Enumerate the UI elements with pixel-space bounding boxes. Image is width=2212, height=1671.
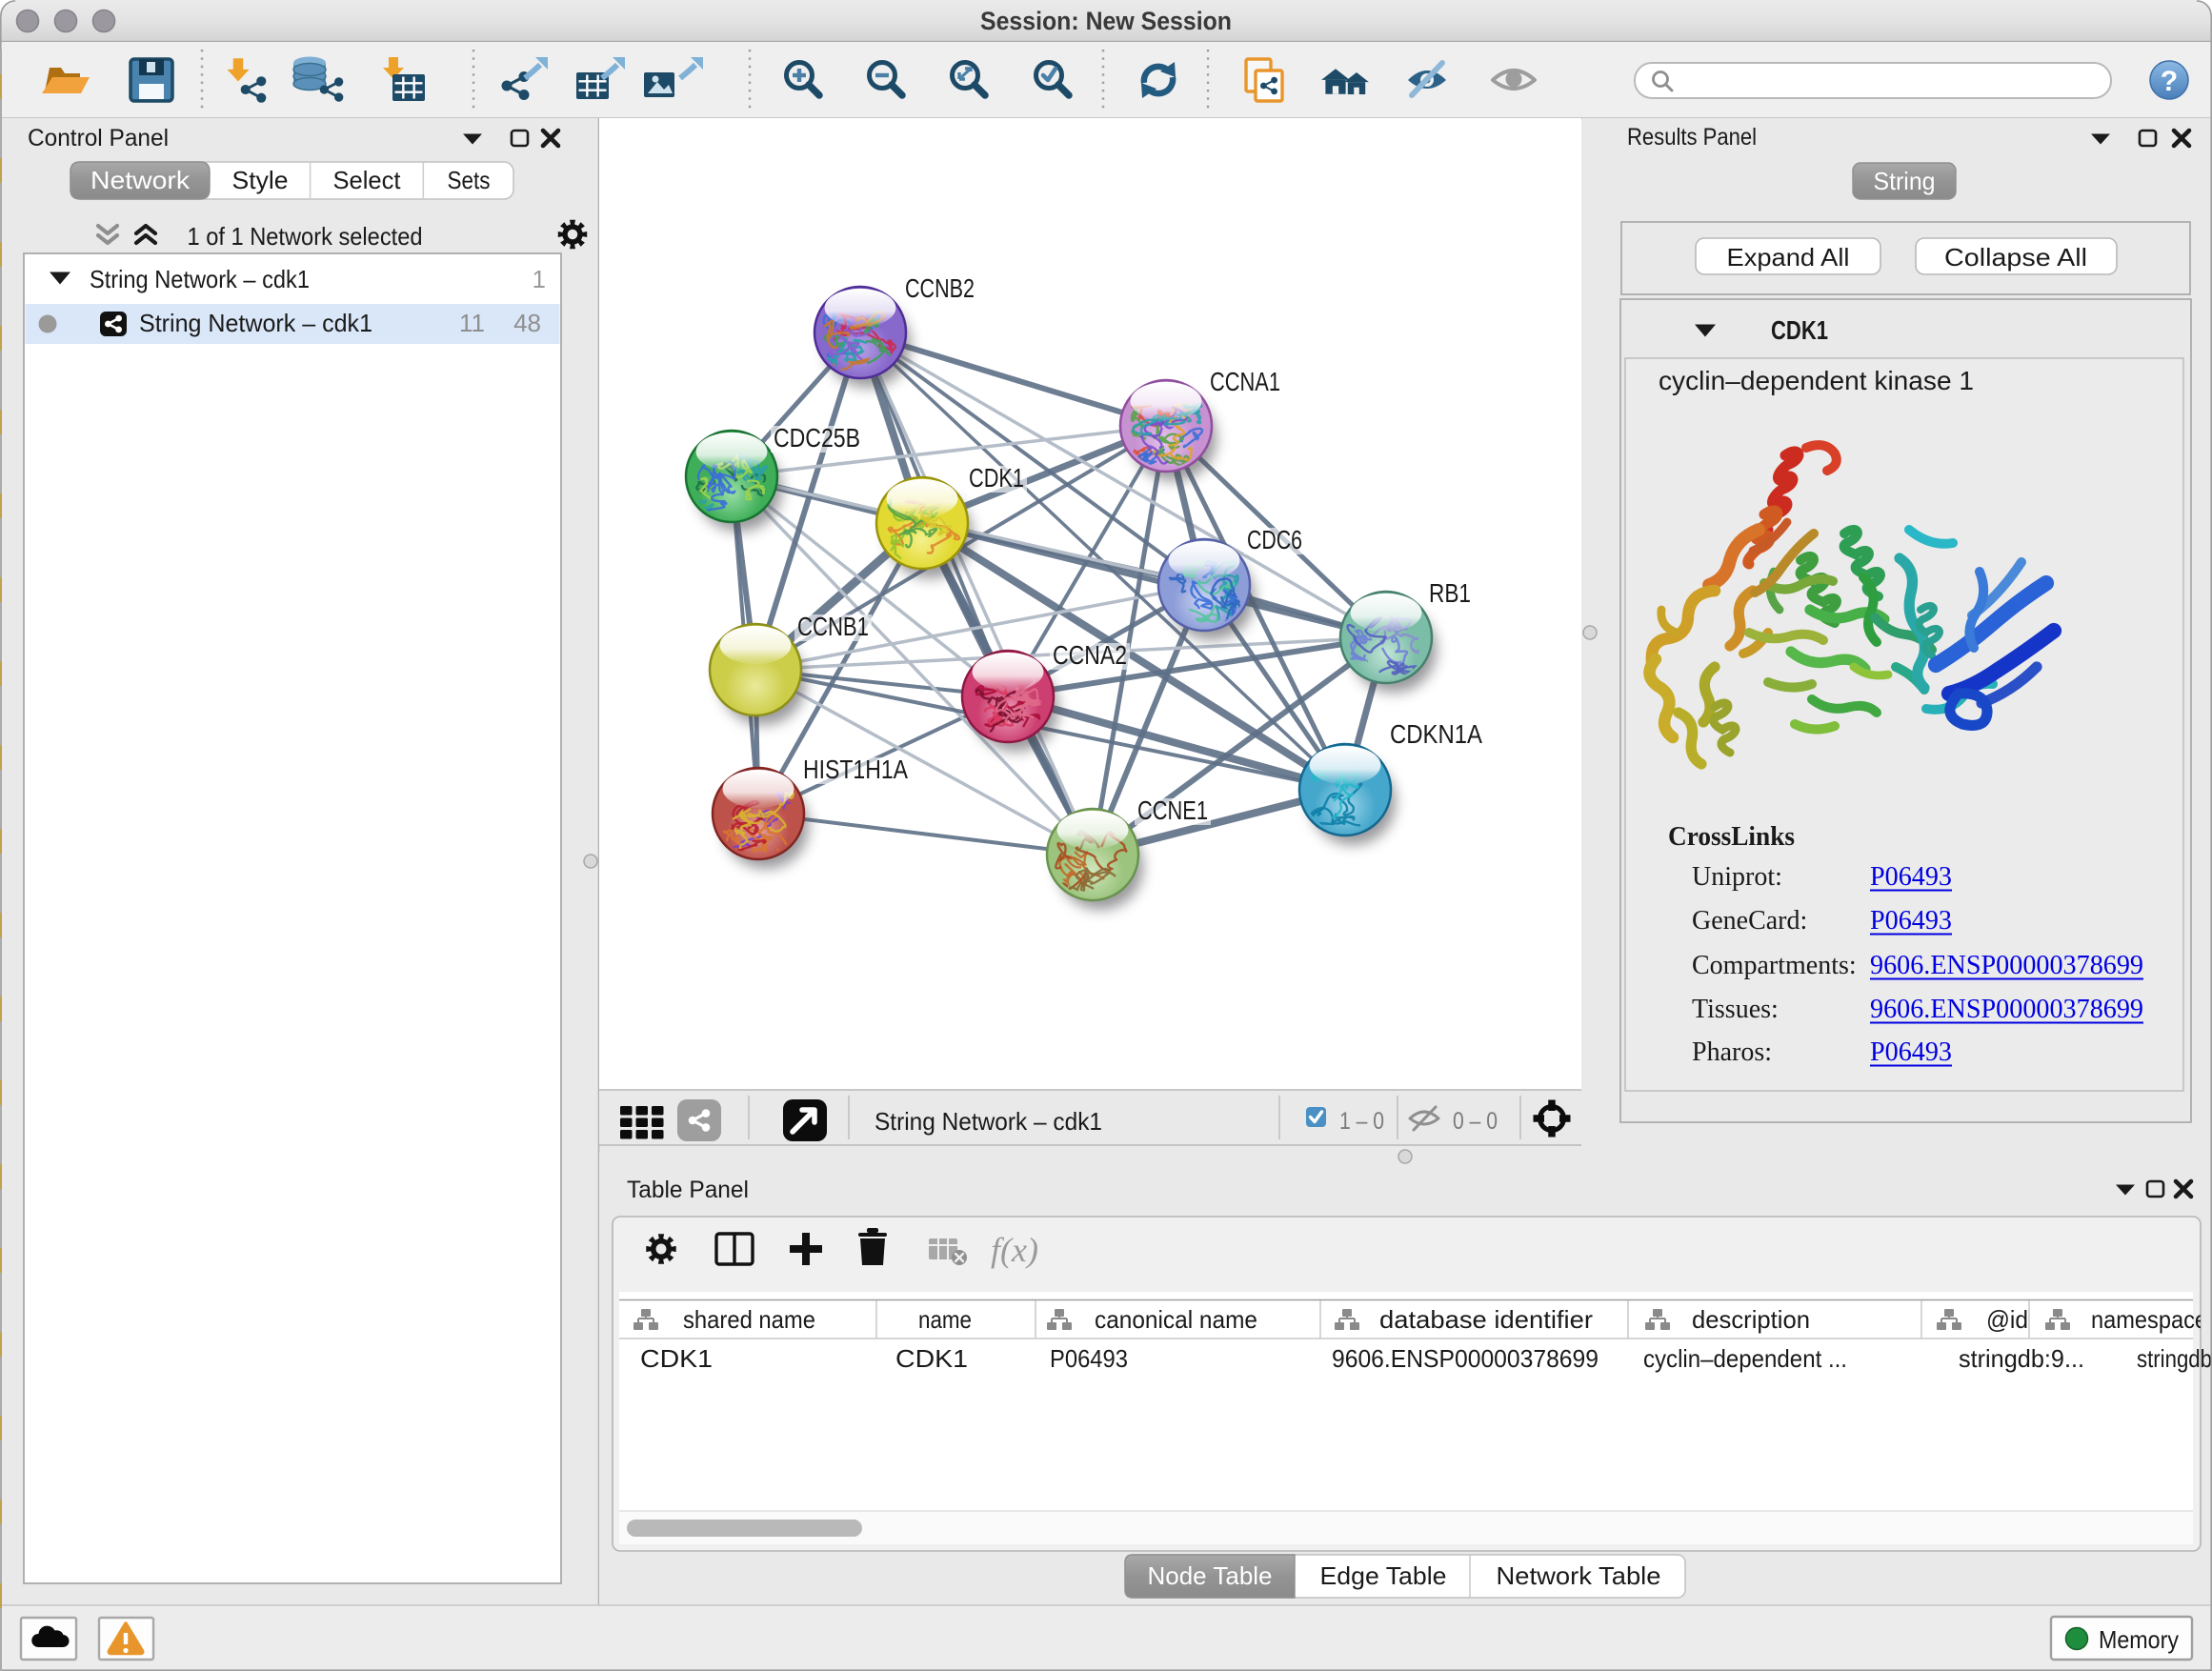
svg-text:GeneCard:: GeneCard: bbox=[1692, 906, 1807, 936]
svg-text:48: 48 bbox=[513, 309, 541, 337]
svg-text:CCNE1: CCNE1 bbox=[1137, 795, 1208, 825]
svg-text:namespace: namespace bbox=[2091, 1305, 2207, 1334]
svg-text:RB1: RB1 bbox=[1429, 578, 1471, 608]
svg-text:Edge Table: Edge Table bbox=[1320, 1561, 1447, 1590]
svg-text:1: 1 bbox=[533, 265, 546, 293]
svg-text:1 – 0: 1 – 0 bbox=[1339, 1108, 1384, 1135]
svg-text:Tissues:: Tissues: bbox=[1692, 995, 1779, 1024]
svg-text:CDK1: CDK1 bbox=[640, 1344, 713, 1373]
svg-text:Collapse All: Collapse All bbox=[1944, 243, 2087, 272]
svg-text:9606.ENSP00000378699: 9606.ENSP00000378699 bbox=[1332, 1344, 1599, 1373]
svg-text:Select: Select bbox=[333, 166, 402, 194]
svg-text:@id: @id bbox=[1986, 1305, 2028, 1334]
svg-text:CCNA2: CCNA2 bbox=[1053, 640, 1127, 670]
svg-text:canonical name: canonical name bbox=[1095, 1305, 1257, 1334]
svg-text:CDC25B: CDC25B bbox=[774, 423, 860, 453]
svg-text:Network: Network bbox=[90, 166, 191, 194]
svg-text:HIST1H1A: HIST1H1A bbox=[803, 755, 908, 784]
svg-text:String Network – cdk1: String Network – cdk1 bbox=[139, 309, 372, 337]
svg-text:stringdb:9...: stringdb:9... bbox=[1959, 1344, 2084, 1373]
svg-text:Table Panel: Table Panel bbox=[627, 1177, 749, 1203]
svg-text:?: ? bbox=[2161, 66, 2178, 97]
svg-text:Style: Style bbox=[232, 166, 289, 194]
svg-text:Session: New Session: Session: New Session bbox=[980, 7, 1232, 35]
svg-text:P06493: P06493 bbox=[1870, 862, 1952, 892]
svg-text:9606.ENSP00000378699: 9606.ENSP00000378699 bbox=[1870, 995, 2143, 1024]
svg-text:P06493: P06493 bbox=[1870, 906, 1952, 936]
svg-text:Pharos:: Pharos: bbox=[1692, 1037, 1772, 1067]
svg-text:P06493: P06493 bbox=[1870, 1037, 1952, 1067]
svg-text:0 – 0: 0 – 0 bbox=[1453, 1108, 1498, 1135]
svg-text:String Network – cdk1: String Network – cdk1 bbox=[90, 265, 310, 293]
svg-text:1 of 1 Network selected: 1 of 1 Network selected bbox=[188, 222, 423, 251]
svg-text:CCNB2: CCNB2 bbox=[905, 273, 975, 303]
svg-text:Compartments:: Compartments: bbox=[1692, 951, 1857, 980]
svg-text:CDK1: CDK1 bbox=[1771, 315, 1828, 345]
svg-text:11: 11 bbox=[459, 309, 485, 337]
svg-text:String: String bbox=[1874, 167, 1936, 195]
svg-text:Results Panel: Results Panel bbox=[1627, 124, 1757, 151]
svg-text:CrossLinks: CrossLinks bbox=[1668, 822, 1795, 852]
svg-text:String Network – cdk1: String Network – cdk1 bbox=[875, 1107, 1102, 1136]
svg-text:cyclin–dependent kinase 1: cyclin–dependent kinase 1 bbox=[1659, 366, 1974, 395]
svg-text:description: description bbox=[1692, 1305, 1810, 1334]
svg-text:cyclin–dependent ...: cyclin–dependent ... bbox=[1643, 1344, 1847, 1373]
svg-text:Node Table: Node Table bbox=[1148, 1561, 1273, 1590]
svg-text:shared name: shared name bbox=[683, 1305, 815, 1334]
svg-text:Sets: Sets bbox=[448, 166, 491, 194]
svg-text:stringdb: stringdb bbox=[2137, 1344, 2212, 1373]
svg-text:f(x): f(x) bbox=[991, 1231, 1038, 1269]
svg-text:database identifier: database identifier bbox=[1379, 1305, 1593, 1334]
svg-text:name: name bbox=[918, 1305, 972, 1334]
svg-text:CDC6: CDC6 bbox=[1247, 525, 1302, 554]
svg-text:P06493: P06493 bbox=[1050, 1344, 1128, 1373]
svg-text:9606.ENSP00000378699: 9606.ENSP00000378699 bbox=[1870, 951, 2143, 980]
svg-text:Uniprot:: Uniprot: bbox=[1692, 862, 1782, 892]
svg-text:CDK1: CDK1 bbox=[969, 463, 1024, 493]
svg-text:CDK1: CDK1 bbox=[895, 1344, 968, 1373]
svg-text:Control Panel: Control Panel bbox=[28, 125, 169, 151]
svg-text:CCNB1: CCNB1 bbox=[797, 612, 869, 641]
svg-text:Expand All: Expand All bbox=[1727, 243, 1850, 272]
svg-text:Memory: Memory bbox=[2099, 1625, 2179, 1654]
svg-text:Network Table: Network Table bbox=[1497, 1561, 1661, 1590]
svg-text:CDKN1A: CDKN1A bbox=[1390, 719, 1482, 749]
svg-text:CCNA1: CCNA1 bbox=[1210, 367, 1280, 396]
